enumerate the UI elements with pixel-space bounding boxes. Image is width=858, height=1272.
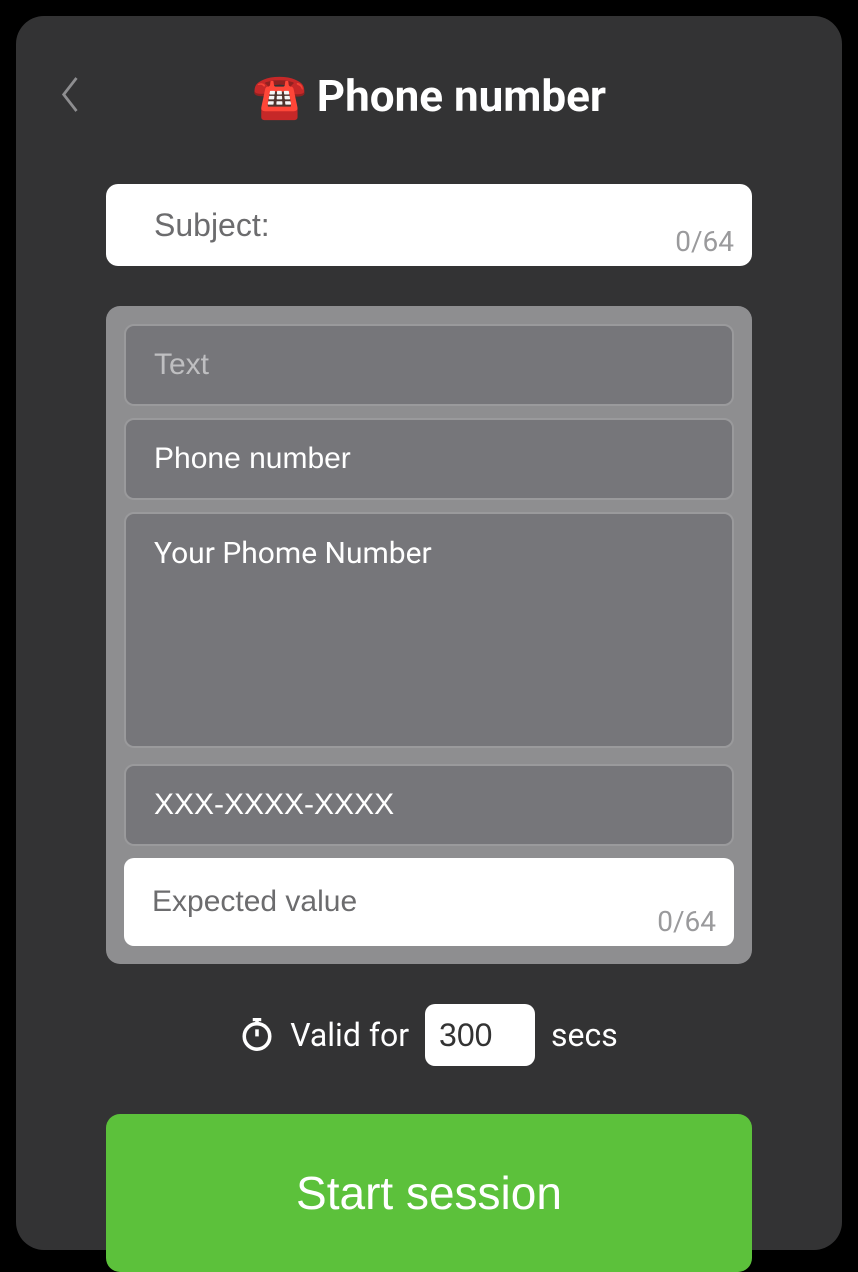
text-field[interactable]	[124, 324, 734, 406]
expected-row: 0/64	[124, 858, 734, 946]
content: 0/64 Your Phome Number 0/64 Valid for se…	[56, 184, 802, 1272]
valid-for-unit: secs	[551, 1016, 618, 1054]
field-group: Your Phome Number 0/64	[106, 306, 752, 964]
valid-for-input[interactable]	[425, 1004, 535, 1066]
start-session-button[interactable]: Start session	[106, 1114, 752, 1272]
page-title: ☎️ Phone number	[252, 70, 606, 122]
phone-icon: ☎️	[252, 70, 307, 122]
format-field[interactable]	[124, 764, 734, 846]
valid-for-row: Valid for secs	[106, 1004, 752, 1066]
expected-value-input[interactable]	[124, 858, 734, 946]
page-title-text: Phone number	[317, 70, 606, 122]
header: ☎️ Phone number	[56, 56, 802, 136]
subject-input[interactable]	[106, 184, 752, 266]
back-button[interactable]	[52, 67, 90, 126]
timer-icon	[240, 1018, 274, 1052]
chevron-left-icon	[60, 75, 82, 115]
phone-description-field[interactable]: Your Phome Number	[124, 512, 734, 748]
modal-card: ☎️ Phone number 0/64 Your Phome Number 0…	[16, 16, 842, 1250]
subject-counter: 0/64	[675, 225, 734, 258]
phone-label-field[interactable]	[124, 418, 734, 500]
valid-for-label: Valid for	[290, 1016, 409, 1054]
expected-counter: 0/64	[657, 905, 716, 938]
subject-row: 0/64	[106, 184, 752, 266]
